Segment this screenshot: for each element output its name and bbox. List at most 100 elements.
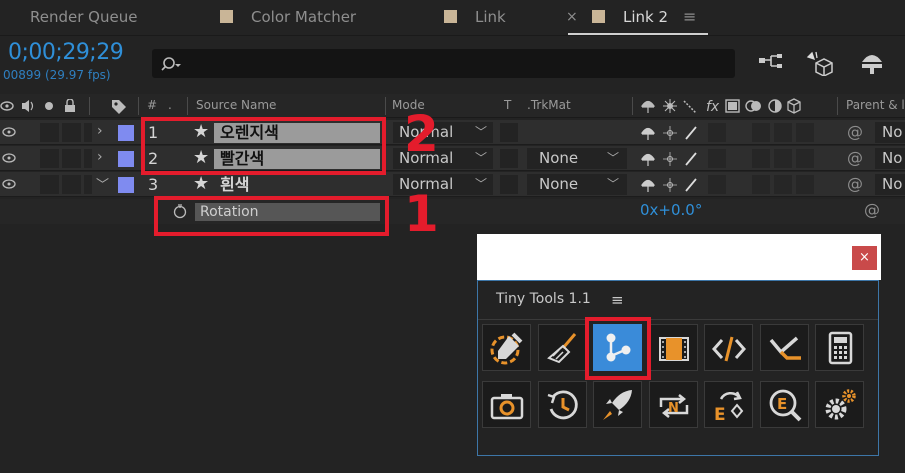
color-picker-icon: [490, 332, 523, 365]
tab-color-matcher[interactable]: Color Matcher: [220, 0, 356, 34]
tab-menu-icon[interactable]: ≡: [683, 0, 696, 34]
camera-tool-button[interactable]: [482, 381, 531, 428]
code-tool-button[interactable]: [704, 324, 753, 371]
fx-toggle[interactable]: [708, 149, 726, 168]
pick-whip-icon[interactable]: @: [847, 148, 863, 167]
tab-label: Link 2: [623, 8, 669, 26]
header-switches-icons: fx: [640, 98, 801, 115]
broom-tool-button[interactable]: [538, 324, 587, 371]
motion-blur-toggle[interactable]: [752, 149, 770, 168]
header-source-name[interactable]: Source Name: [196, 98, 276, 112]
adjustment-toggle[interactable]: [774, 149, 792, 168]
lock-toggle[interactable]: [84, 123, 92, 142]
property-row[interactable]: [0, 199, 905, 224]
audio-toggle[interactable]: [40, 123, 59, 142]
broom-icon: [547, 333, 577, 364]
expression-refresh-icon: E: [714, 391, 744, 423]
comp-swatch-icon: [592, 10, 605, 23]
collapse-chevron-icon[interactable]: ﹀: [96, 174, 109, 193]
search-input[interactable]: [152, 49, 735, 78]
label-color-swatch[interactable]: [118, 125, 134, 141]
draft-3d-icon[interactable]: [806, 50, 834, 76]
preserve-transparency-toggle[interactable]: [500, 123, 518, 142]
current-time-display[interactable]: 0;00;29;29: [8, 40, 124, 65]
star-icon: ★: [193, 173, 210, 194]
search-expression-tool-button[interactable]: E: [760, 381, 809, 428]
active-tab-indicator: [568, 33, 708, 35]
pick-whip-icon[interactable]: @: [864, 200, 880, 219]
svg-text:E: E: [714, 405, 726, 423]
checkmark-tool-button[interactable]: [760, 324, 809, 371]
motion-blur-toggle[interactable]: [752, 175, 770, 194]
preserve-transparency-toggle[interactable]: [500, 175, 518, 194]
history-clock-icon: [547, 390, 578, 420]
solo-toggle[interactable]: [62, 149, 81, 168]
fx-toggle[interactable]: [708, 175, 726, 194]
layer-row[interactable]: ﹀ 3 ★ 흰색 Normal ﹀ None ﹀ @ No: [0, 172, 905, 197]
parent-select[interactable]: No: [875, 174, 905, 195]
tab-label: Color Matcher: [251, 8, 357, 26]
svg-text:N: N: [668, 401, 679, 416]
label-color-swatch[interactable]: [118, 177, 134, 193]
layer-name[interactable]: 흰색: [214, 175, 380, 195]
adjustment-toggle[interactable]: [774, 123, 792, 142]
tab-close-icon[interactable]: ×: [566, 0, 578, 34]
frame-blend-icon[interactable]: [858, 50, 886, 76]
lock-toggle[interactable]: [84, 175, 92, 194]
motion-blur-toggle[interactable]: [752, 123, 770, 142]
audio-toggle[interactable]: [40, 175, 59, 194]
layer-switches-icon[interactable]: [640, 123, 704, 142]
eye-icon[interactable]: [2, 127, 16, 137]
3d-toggle[interactable]: [796, 149, 814, 168]
trkmat-value: None: [539, 149, 579, 167]
chevron-down-icon: ﹀: [474, 177, 487, 191]
annotation-box-1: [154, 196, 389, 236]
panel-title: Tiny Tools 1.1: [496, 291, 591, 307]
tab-link-2[interactable]: Link 2: [592, 0, 668, 34]
fx-toggle[interactable]: [708, 123, 726, 142]
tab-link[interactable]: Link: [444, 0, 506, 34]
lock-toggle[interactable]: [84, 149, 92, 168]
pick-whip-icon[interactable]: @: [847, 174, 863, 193]
label-color-swatch[interactable]: [118, 151, 134, 167]
timeline-header: # . Source Name Mode T .TrkMat fx Parent…: [0, 94, 905, 118]
layer-row[interactable]: › 1 ★ 오렌지색 Normal ﹀ @ No: [0, 120, 905, 145]
layer-switches-icon[interactable]: [640, 175, 704, 194]
audio-toggle[interactable]: [40, 149, 59, 168]
panel-menu-icon[interactable]: ≡: [611, 291, 624, 309]
header-parent: Parent & l: [846, 98, 905, 112]
trkmat-select[interactable]: None ﹀: [527, 174, 627, 195]
preserve-transparency-toggle[interactable]: [500, 149, 518, 168]
solo-toggle[interactable]: [62, 123, 81, 142]
film-tool-button[interactable]: [649, 324, 698, 371]
3d-toggle[interactable]: [796, 175, 814, 194]
tab-label: Render Queue: [30, 8, 138, 26]
search-expression-icon: E: [769, 389, 802, 422]
expression-tool-button[interactable]: E: [704, 381, 753, 428]
adjustment-toggle[interactable]: [774, 175, 792, 194]
property-value[interactable]: 0x+0.0°: [640, 201, 702, 219]
settings-tool-button[interactable]: [815, 381, 864, 428]
3d-toggle[interactable]: [796, 123, 814, 142]
flowchart-icon[interactable]: [757, 50, 785, 76]
expand-chevron-icon[interactable]: ›: [97, 123, 103, 139]
pick-whip-icon[interactable]: @: [847, 122, 863, 141]
tab-render-queue[interactable]: Render Queue: [30, 0, 137, 34]
parent-select[interactable]: No: [875, 122, 905, 143]
calculator-tool-button[interactable]: [815, 324, 864, 371]
calculator-icon: [828, 331, 853, 365]
color-picker-tool-button[interactable]: [482, 324, 531, 371]
search-icon: [161, 57, 181, 71]
layer-switches-icon[interactable]: [640, 149, 704, 168]
expand-chevron-icon[interactable]: ›: [97, 149, 103, 165]
rocket-tool-button[interactable]: [593, 381, 642, 428]
solo-toggle[interactable]: [62, 175, 81, 194]
eye-icon[interactable]: [2, 153, 16, 163]
eye-icon[interactable]: [2, 179, 16, 189]
parent-select[interactable]: No: [875, 148, 905, 169]
history-tool-button[interactable]: [538, 381, 587, 428]
rename-tool-button[interactable]: N: [649, 381, 698, 428]
close-button[interactable]: ×: [852, 246, 877, 270]
layer-row[interactable]: › 2 ★ 빨간색 Normal ﹀ None ﹀ @ No: [0, 146, 905, 171]
trkmat-select[interactable]: None ﹀: [527, 148, 627, 169]
